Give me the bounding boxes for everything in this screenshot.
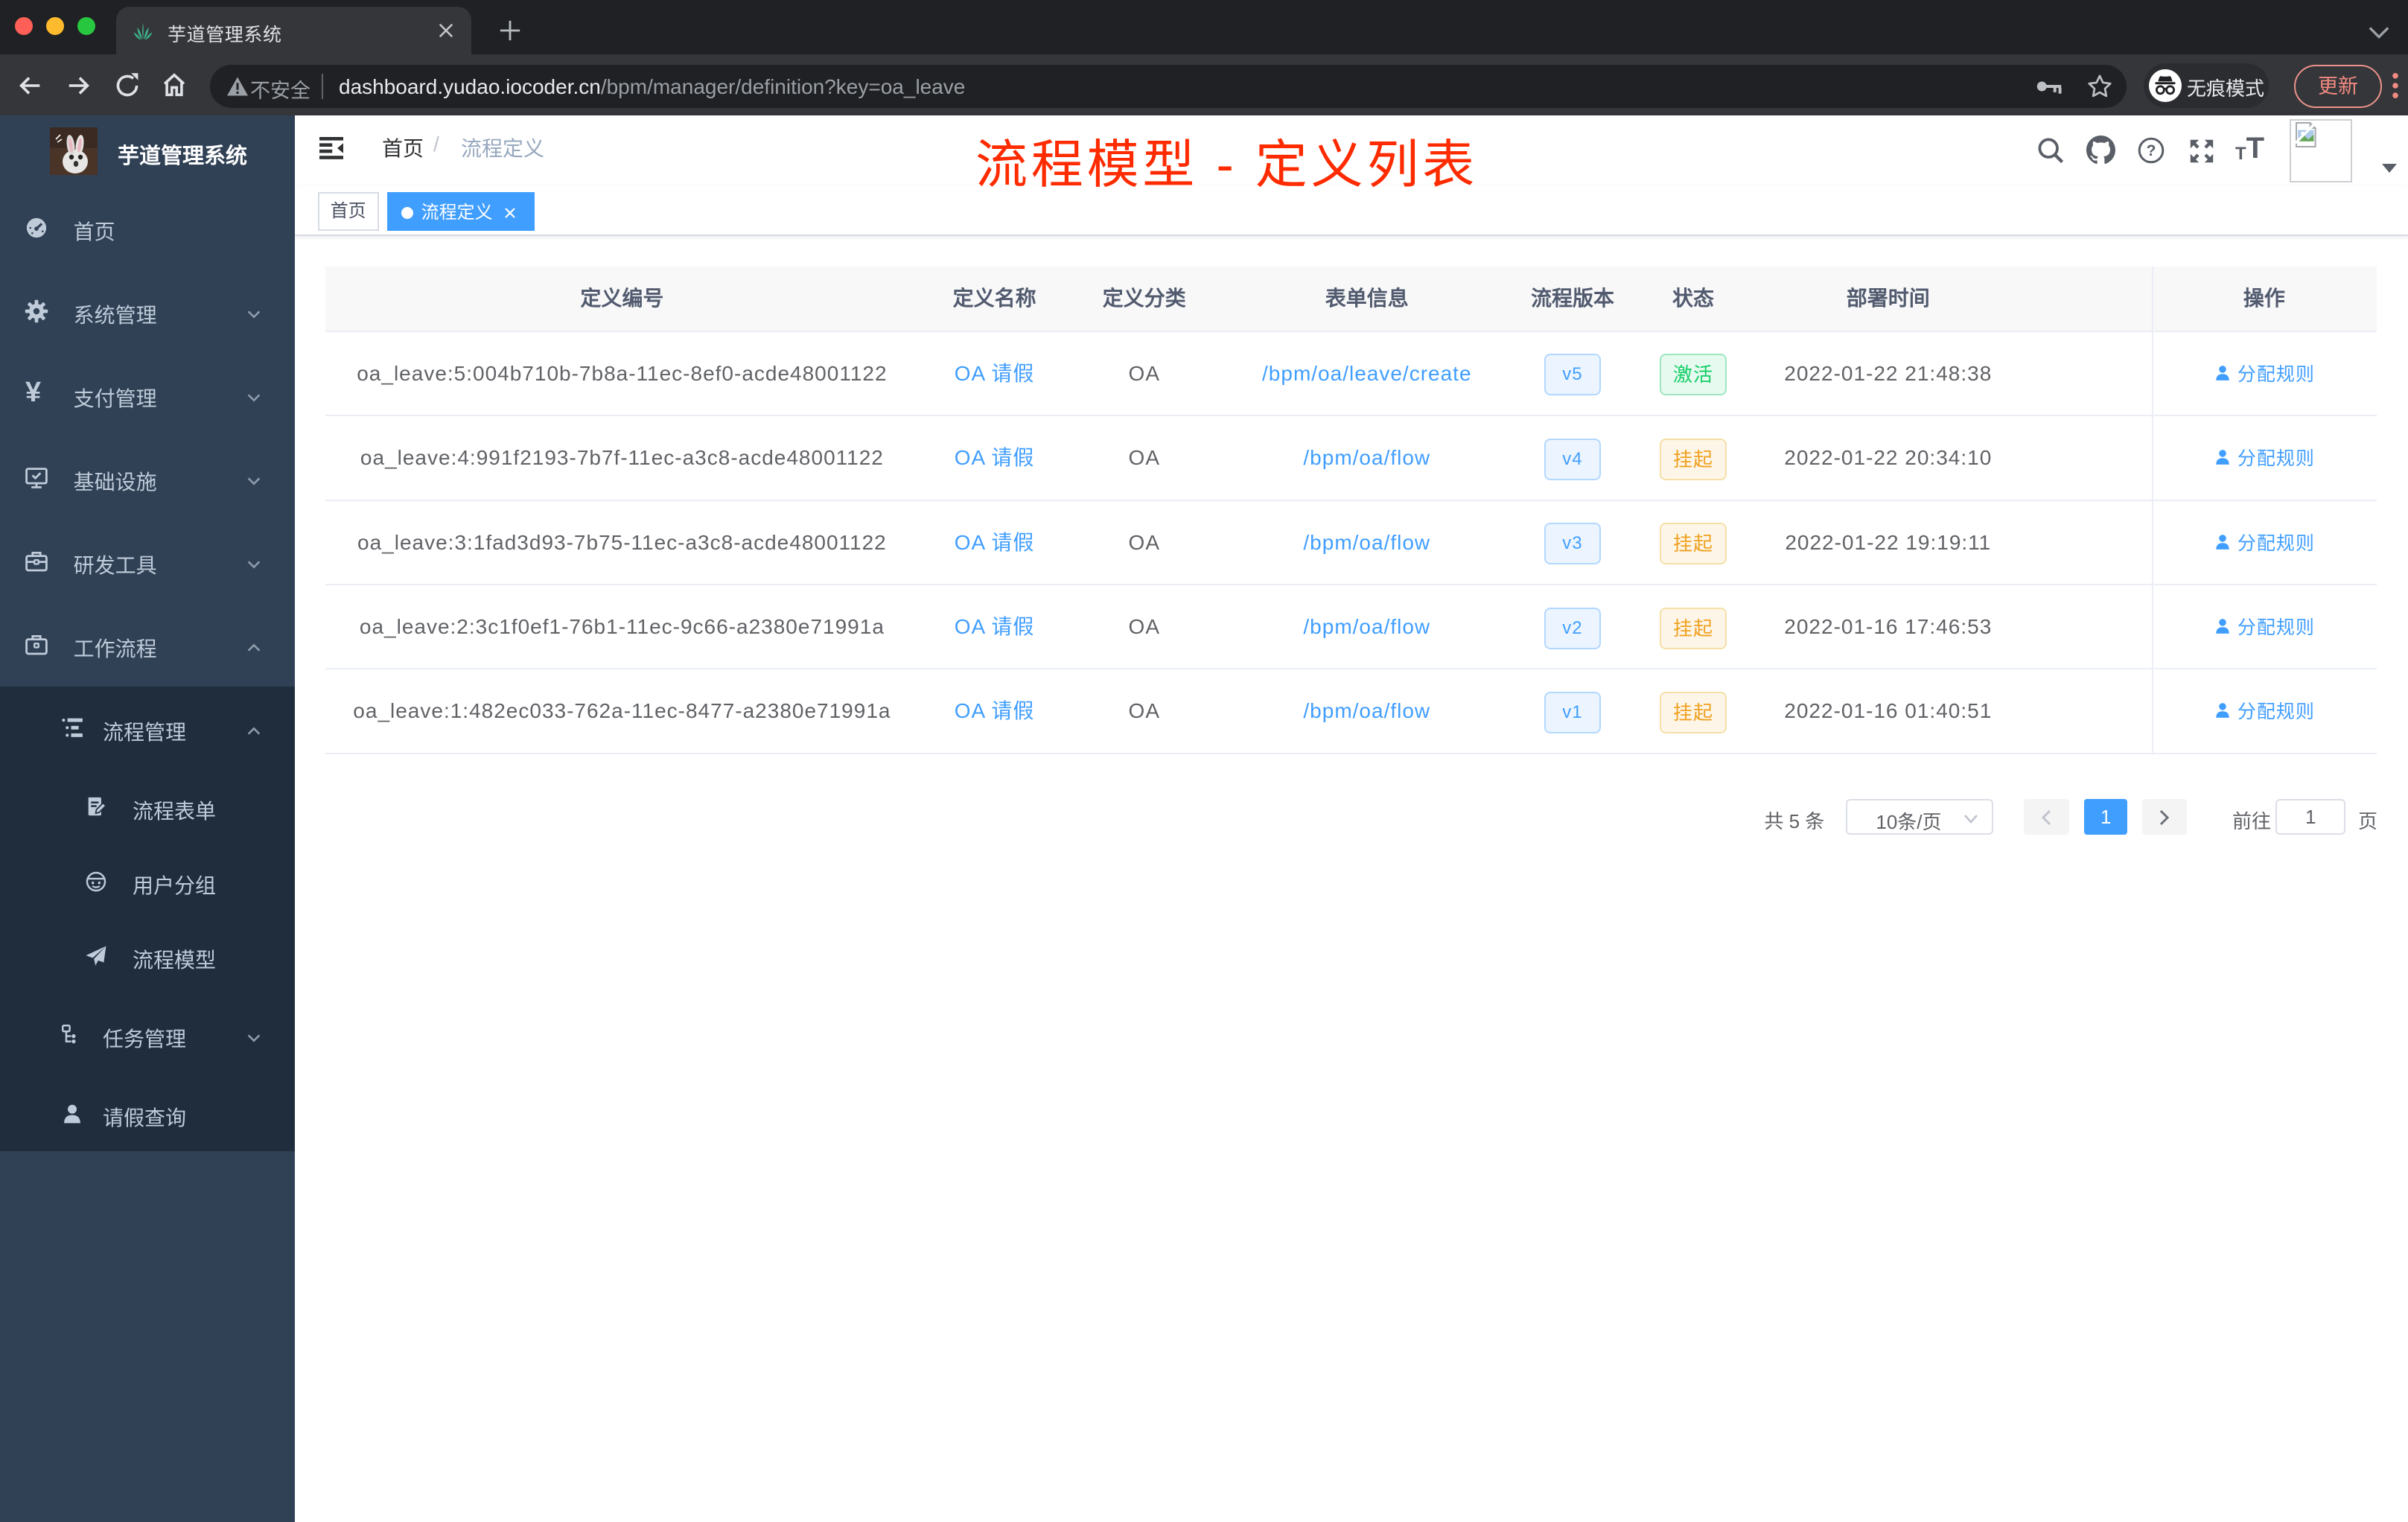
svg-text:?: ? xyxy=(2147,142,2156,159)
